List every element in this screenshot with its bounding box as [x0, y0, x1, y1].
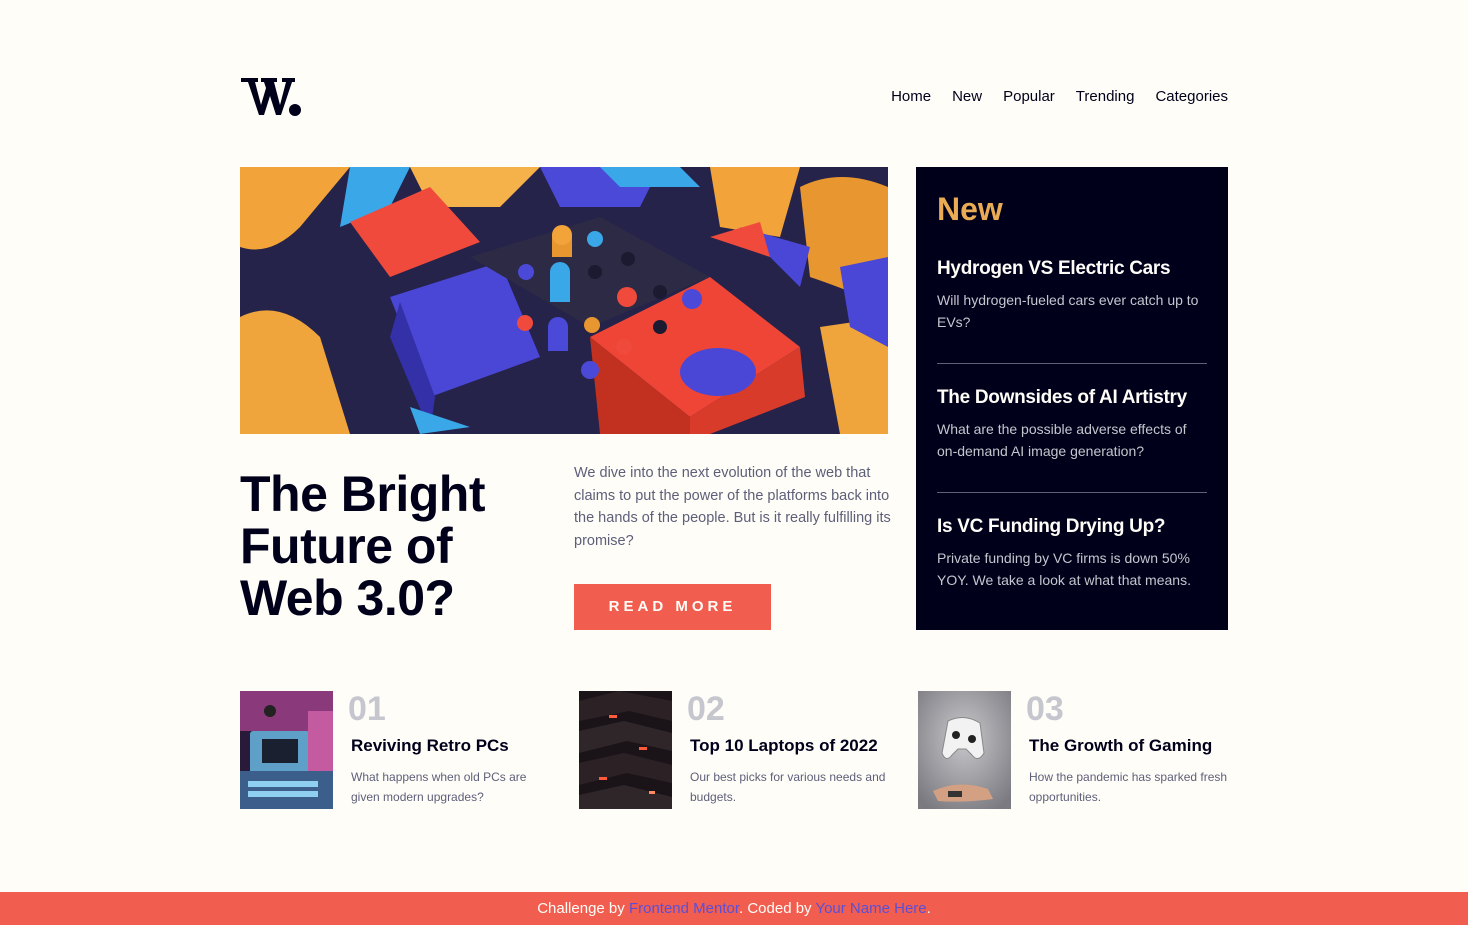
article-thumbnail-gaming — [918, 691, 1011, 809]
new-item[interactable]: Is VC Funding Drying Up? Private funding… — [937, 493, 1207, 591]
new-item[interactable]: The Downsides of AI Artistry What are th… — [937, 364, 1207, 462]
new-item[interactable]: Hydrogen VS Electric Cars Will hydrogen-… — [937, 257, 1207, 333]
article-card[interactable]: 01 Reviving Retro PCs What happens when … — [240, 691, 550, 809]
article-title[interactable]: Reviving Retro PCs — [351, 735, 551, 757]
nav-trending[interactable]: Trending — [1076, 88, 1135, 105]
new-item-title[interactable]: The Downsides of AI Artistry — [937, 386, 1207, 410]
read-more-button[interactable]: READ MORE — [574, 584, 771, 630]
footer: Challenge by Frontend Mentor. Coded by Y… — [0, 892, 1468, 925]
footer-suffix: . — [926, 900, 931, 917]
article-description: How the pandemic has sparked fresh oppor… — [1029, 770, 1228, 804]
nav-popular[interactable]: Popular — [1003, 88, 1055, 105]
article-thumbnail-retro-pcs — [240, 691, 333, 809]
logo[interactable] — [240, 72, 304, 120]
article-thumbnail-laptops — [579, 691, 672, 809]
articles-list: 01 Reviving Retro PCs What happens when … — [240, 691, 1228, 809]
new-panel: New Hydrogen VS Electric Cars Will hydro… — [916, 167, 1228, 630]
article-card[interactable]: 03 The Growth of Gaming How the pandemic… — [918, 691, 1228, 809]
new-list: Hydrogen VS Electric Cars Will hydrogen-… — [937, 257, 1207, 591]
logo-mark — [241, 78, 301, 116]
new-item-description: What are the possible adverse effects of… — [937, 421, 1187, 459]
new-item-description: Private funding by VC firms is down 50% … — [937, 550, 1191, 588]
footer-prefix: Challenge by — [537, 900, 629, 917]
new-item-title[interactable]: Is VC Funding Drying Up? — [937, 515, 1207, 539]
new-item-description: Will hydrogen-fueled cars ever catch up … — [937, 292, 1199, 330]
author-link[interactable]: Your Name Here — [815, 900, 926, 917]
article-number: 01 — [348, 690, 386, 728]
hero-image — [240, 167, 888, 434]
footer-middle: . Coded by — [739, 900, 816, 917]
article-card[interactable]: 02 Top 10 Laptops of 2022 Our best picks… — [579, 691, 889, 809]
article-number: 03 — [1026, 690, 1064, 728]
new-heading: New — [937, 191, 1003, 227]
nav-home[interactable]: Home — [891, 88, 931, 105]
nav-categories[interactable]: Categories — [1155, 88, 1228, 105]
article-title[interactable]: The Growth of Gaming — [1029, 735, 1229, 757]
nav-new[interactable]: New — [952, 88, 982, 105]
main-nav: Home New Popular Trending Categories — [891, 88, 1228, 105]
article-body: 02 Top 10 Laptops of 2022 Our best picks… — [687, 690, 890, 809]
new-item-title[interactable]: Hydrogen VS Electric Cars — [937, 257, 1207, 281]
article-description: What happens when old PCs are given mode… — [351, 770, 527, 804]
article-body: 01 Reviving Retro PCs What happens when … — [348, 690, 551, 809]
article-number: 02 — [687, 690, 725, 728]
hero-description: We dive into the next evolution of the w… — [574, 465, 891, 549]
frontend-mentor-link[interactable]: Frontend Mentor — [629, 900, 739, 917]
article-title[interactable]: Top 10 Laptops of 2022 — [690, 735, 890, 757]
hero-title: The Bright Future of Web 3.0? — [240, 466, 485, 626]
article-body: 03 The Growth of Gaming How the pandemic… — [1026, 690, 1229, 809]
article-description: Our best picks for various needs and bud… — [690, 770, 886, 804]
